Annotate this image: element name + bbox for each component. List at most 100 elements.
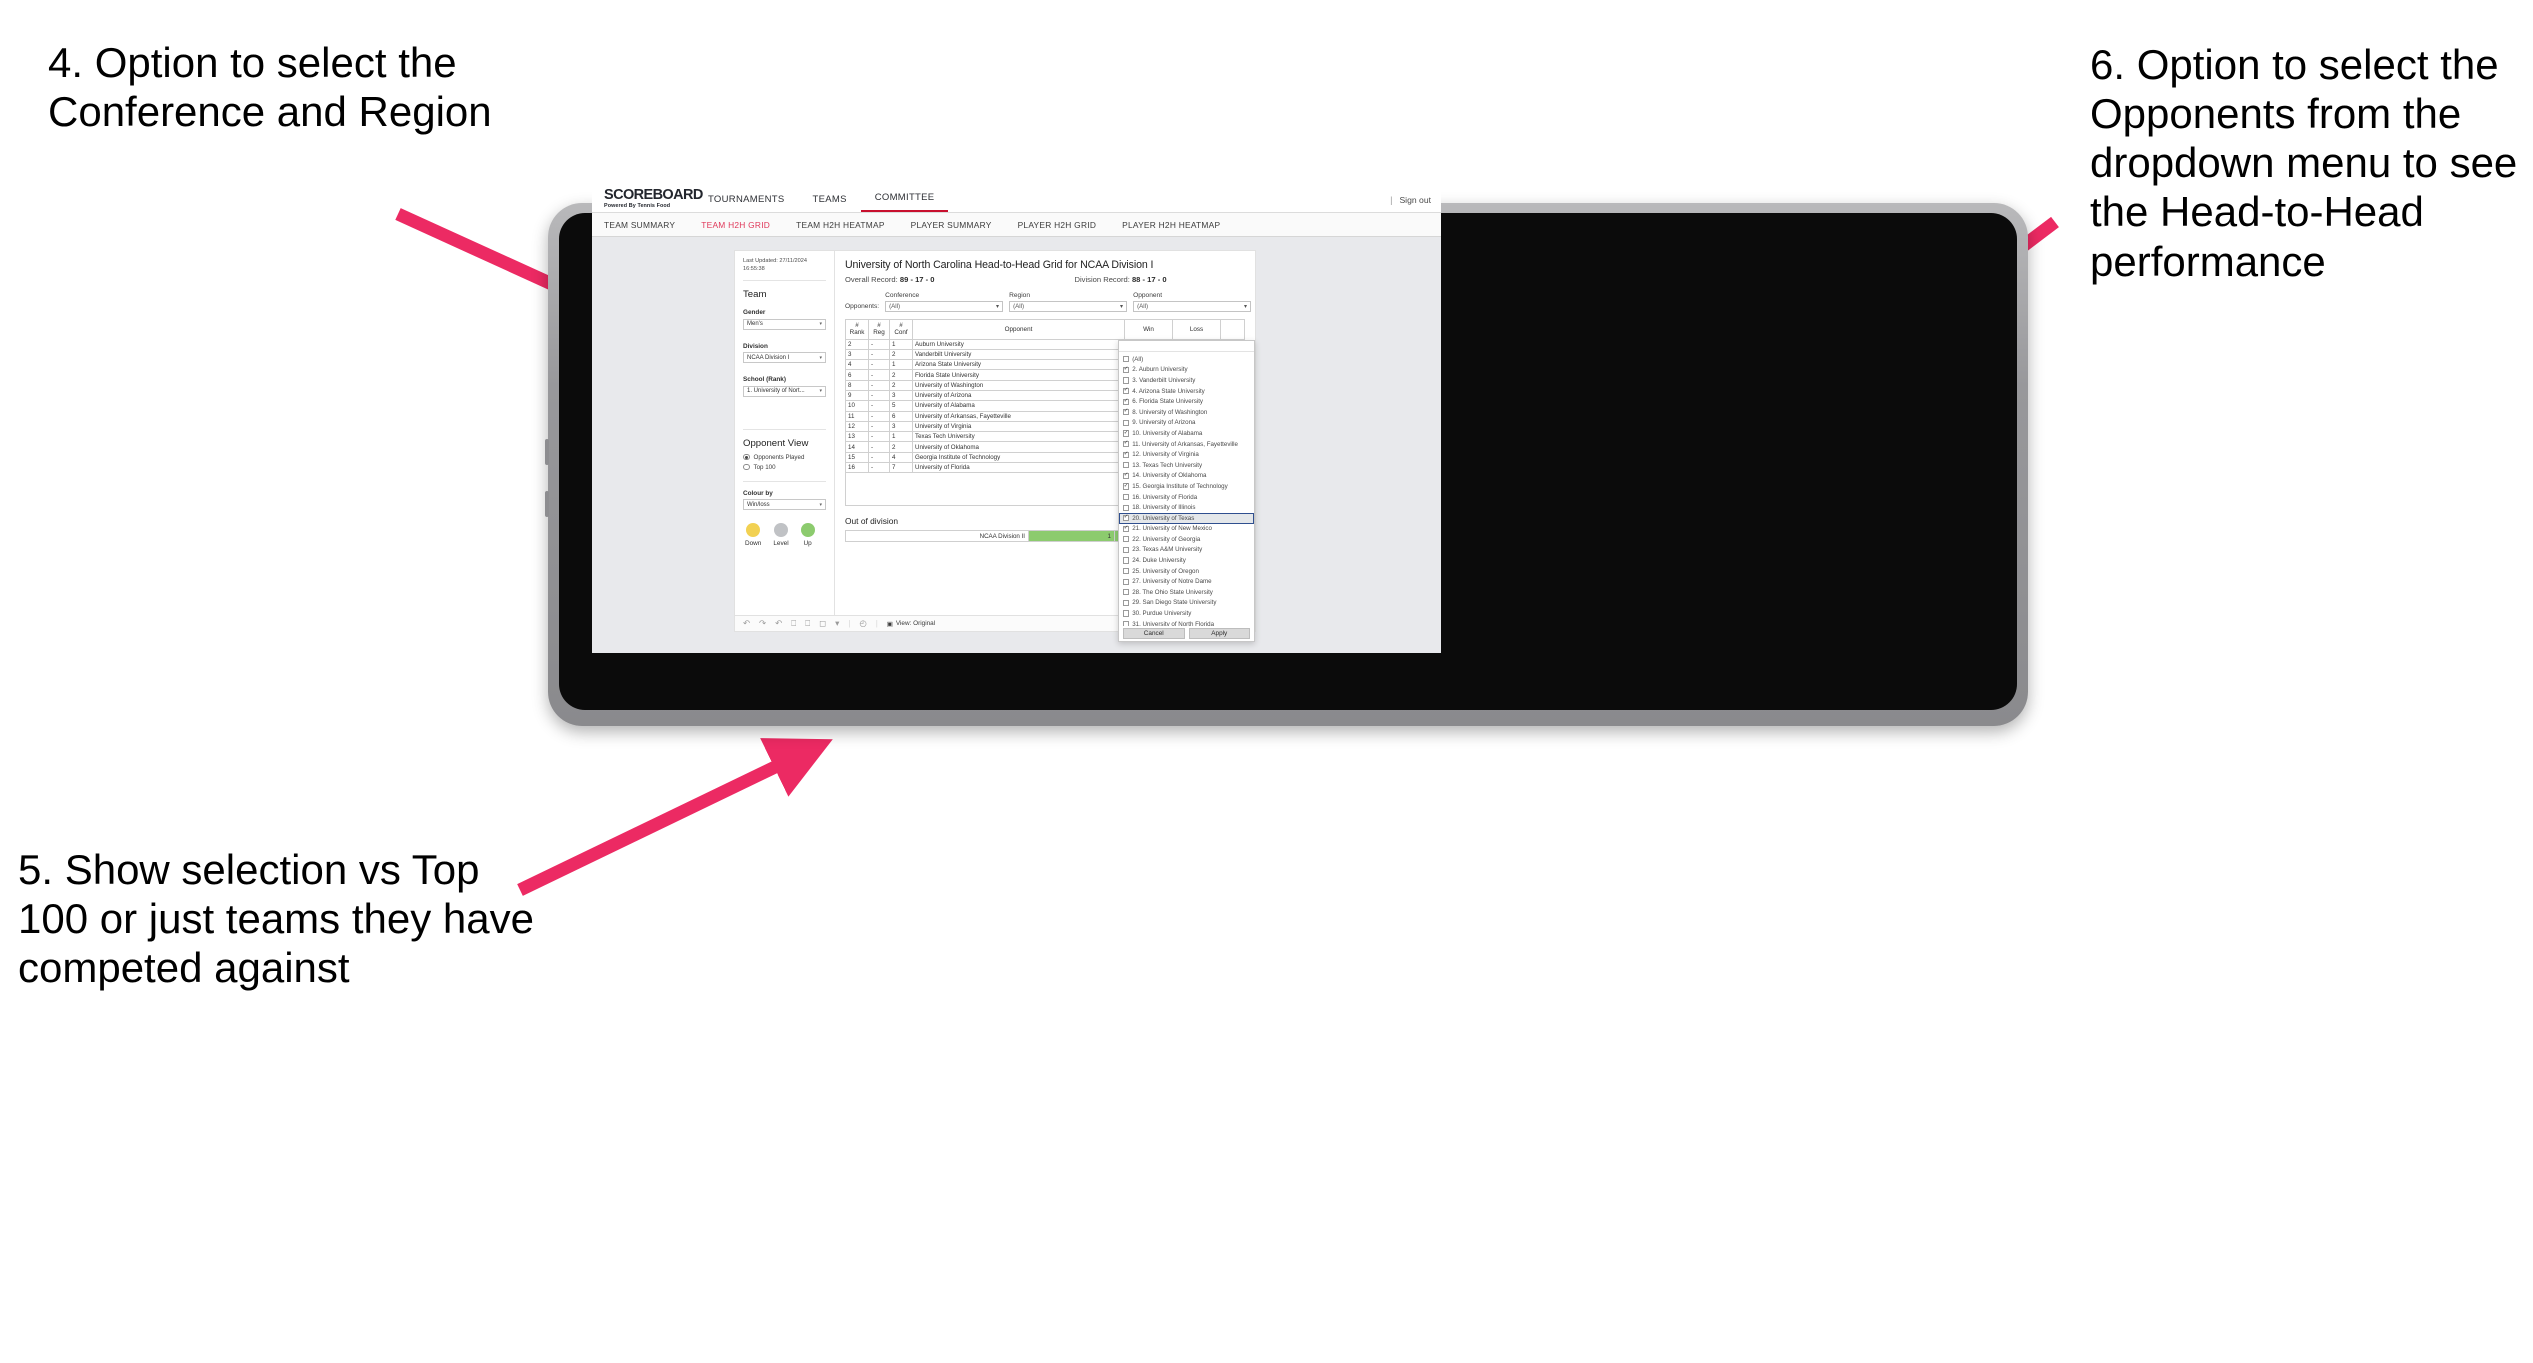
opponent-option[interactable]: 30. Purdue University [1119,608,1254,619]
subnav-player-h2h-grid[interactable]: PLAYER H2H GRID [1018,220,1097,230]
opponent-option[interactable]: 25. University of Oregon [1119,566,1254,577]
checkbox-unchecked-icon[interactable] [1123,493,1130,501]
legend-up-label: Up [803,540,812,547]
opponent-option[interactable]: ✓ 10. University of Alabama [1119,428,1254,439]
division-record: Division Record: 88 - 17 - 0 [1075,275,1167,284]
opponent-option[interactable]: 9. University of Arizona [1119,418,1254,429]
subnav-player-summary[interactable]: PLAYER SUMMARY [911,220,992,230]
nav-item-committee[interactable]: COMMITTEE [860,192,949,212]
checkbox-checked-icon[interactable]: ✓ [1123,387,1130,395]
checkbox-checked-icon[interactable]: ✓ [1123,430,1130,437]
filter-sidebar: Last Updated: 27/11/2024 16:55:38 Team G… [735,251,835,631]
redo-icon[interactable]: ↷ [759,619,766,628]
checkbox-checked-icon[interactable]: ✓ [1123,483,1130,490]
undo-icon[interactable]: ↶ [743,619,750,628]
tablet-volume-up-button[interactable] [545,439,549,465]
checkbox-unchecked-icon[interactable] [1123,589,1130,596]
opponent-option[interactable]: (All) [1119,354,1254,365]
opponent-option[interactable]: ✓ 8. University of Washington [1119,407,1254,418]
subnav-player-h2h-heatmap[interactable]: PLAYER H2H HEATMAP [1122,220,1220,230]
opponent-option[interactable]: 24. Duke University [1119,555,1254,566]
checkbox-unchecked-icon[interactable] [1123,610,1130,617]
checkbox-unchecked-icon[interactable] [1123,557,1130,564]
opponent-option[interactable]: 29. San Diego State University [1119,598,1254,609]
opponent-option[interactable]: 18. University of Illinois [1119,502,1254,513]
opponent-option[interactable]: ✓ 15. Georgia Institute of Technology [1119,481,1254,492]
checkbox-unchecked-icon[interactable] [1123,568,1130,575]
top-nav-items: TOURNAMENTS TEAMS COMMITTEE [694,185,949,212]
checkbox-unchecked-icon[interactable] [1123,356,1130,363]
conference-filter-select[interactable]: (All) ▾ [885,300,1004,312]
gender-select[interactable]: Men's ▾ [743,318,826,330]
revert-icon[interactable]: ↶ [775,619,782,628]
checkbox-checked-icon[interactable]: ✓ [1123,515,1130,522]
opponent-option[interactable]: 31. University of North Florida [1119,619,1254,626]
checkbox-checked-icon[interactable]: ✓ [1123,451,1130,458]
opponent-option[interactable]: ✓ 4. Arizona State University [1119,386,1254,397]
cell-opponent: University of Alabama [912,400,1125,412]
nav-item-tournaments[interactable]: TOURNAMENTS [694,194,799,212]
checkbox-unchecked-icon[interactable] [1123,462,1130,469]
checkbox-checked-icon[interactable]: ✓ [1123,525,1130,532]
division-select[interactable]: NCAA Division I ▾ [743,352,826,363]
checkbox-unchecked-icon[interactable] [1123,578,1130,585]
chevron-down-icon[interactable]: ▾ [835,619,839,628]
brand-name: SCOREBOARD [604,187,703,203]
apply-button[interactable]: Apply [1188,628,1250,639]
sign-out-link[interactable]: Sign out [1399,195,1431,205]
radio-top-100[interactable]: Top 100 [743,464,826,471]
opponent-option-label: 28. The Ohio State University [1132,588,1213,596]
opponent-option[interactable]: ✓ 20. University of Texas [1119,512,1254,524]
subnav-team-h2h-heatmap[interactable]: TEAM H2H HEATMAP [796,220,885,230]
colour-by-select[interactable]: Win/loss ▾ [743,499,826,510]
checkbox-unchecked-icon[interactable] [1123,419,1130,426]
opponent-dropdown-panel[interactable]: (All) ✓ 2. Auburn University 3. Vanderbilt … [1118,340,1255,642]
checkbox-unchecked-icon[interactable] [1123,546,1130,554]
opponent-option[interactable]: ✓ 12. University of Virginia [1119,449,1254,460]
refresh-icon[interactable]: ⎕ [791,619,796,628]
subnav-team-summary[interactable]: TEAM SUMMARY [604,220,675,230]
opponent-option[interactable]: 3. Vanderbilt University [1119,375,1254,386]
opponent-option[interactable]: ✓ 11. University of Arkansas, Fayettevill… [1119,439,1254,450]
opponent-option[interactable]: 22. University of Georgia [1119,534,1254,545]
brand-logo[interactable]: SCOREBOARD Powered By Tennis Food [592,187,703,212]
subnav-team-h2h-grid[interactable]: TEAM H2H GRID [701,220,770,230]
history-icon[interactable]: ◴ [859,619,866,628]
nav-item-teams[interactable]: TEAMS [799,194,861,212]
pause-icon[interactable]: ⎕ [805,619,810,628]
opponent-options-list[interactable]: (All) ✓ 2. Auburn University 3. Vanderbilt … [1119,352,1254,626]
cancel-button[interactable]: Cancel [1123,628,1185,639]
checkbox-checked-icon[interactable]: ✓ [1123,409,1130,416]
opponent-option[interactable]: ✓ 21. University of New Mexico [1119,524,1254,535]
checkbox-checked-icon[interactable]: ✓ [1123,366,1130,373]
overall-record-label: Overall Record: [845,275,898,284]
opponent-option[interactable]: 23. Texas A&M University [1119,545,1254,556]
radio-opponents-played[interactable]: Opponents Played [743,454,826,461]
opponent-option[interactable]: ✓ 14. University of Oklahoma [1119,471,1254,482]
cell-conf: 3 [889,420,913,433]
opponent-filter-select[interactable]: (All) ▾ [1133,300,1252,312]
opponent-option[interactable]: ✓ 2. Auburn University [1119,365,1254,376]
cell-rank: 10 [845,400,869,412]
checkbox-unchecked-icon[interactable] [1123,377,1130,384]
chevron-down-icon: ▾ [819,321,822,327]
opponent-option[interactable]: ✓ 6. Florida State University [1119,396,1254,407]
checkbox-unchecked-icon[interactable] [1123,504,1130,511]
opponent-option[interactable]: 13. Texas Tech University [1119,460,1254,471]
opponent-option[interactable]: 27. University of Notre Dame [1119,576,1254,587]
school-rank-select[interactable]: 1. University of Nort... ▾ [743,385,826,397]
region-filter-select[interactable]: (All) ▾ [1009,300,1128,312]
opponent-dropdown-search[interactable] [1119,341,1254,352]
checkbox-checked-icon[interactable]: ✓ [1123,440,1130,448]
share-icon[interactable]: ◻ [819,619,826,628]
opponent-option[interactable]: 16. University of Florida [1119,492,1254,503]
opponent-option[interactable]: 28. The Ohio State University [1119,587,1254,598]
chevron-down-icon: ▾ [1243,302,1248,310]
checkbox-checked-icon[interactable]: ✓ [1123,472,1130,479]
checkbox-unchecked-icon[interactable] [1123,599,1130,607]
checkbox-checked-icon[interactable]: ✓ [1123,398,1130,405]
view-original-button[interactable]: ▣ View: Original [887,620,935,628]
checkbox-unchecked-icon[interactable] [1123,536,1130,543]
tablet-volume-down-button[interactable] [545,491,549,517]
cell-opponent: Texas Tech University [912,431,1125,443]
